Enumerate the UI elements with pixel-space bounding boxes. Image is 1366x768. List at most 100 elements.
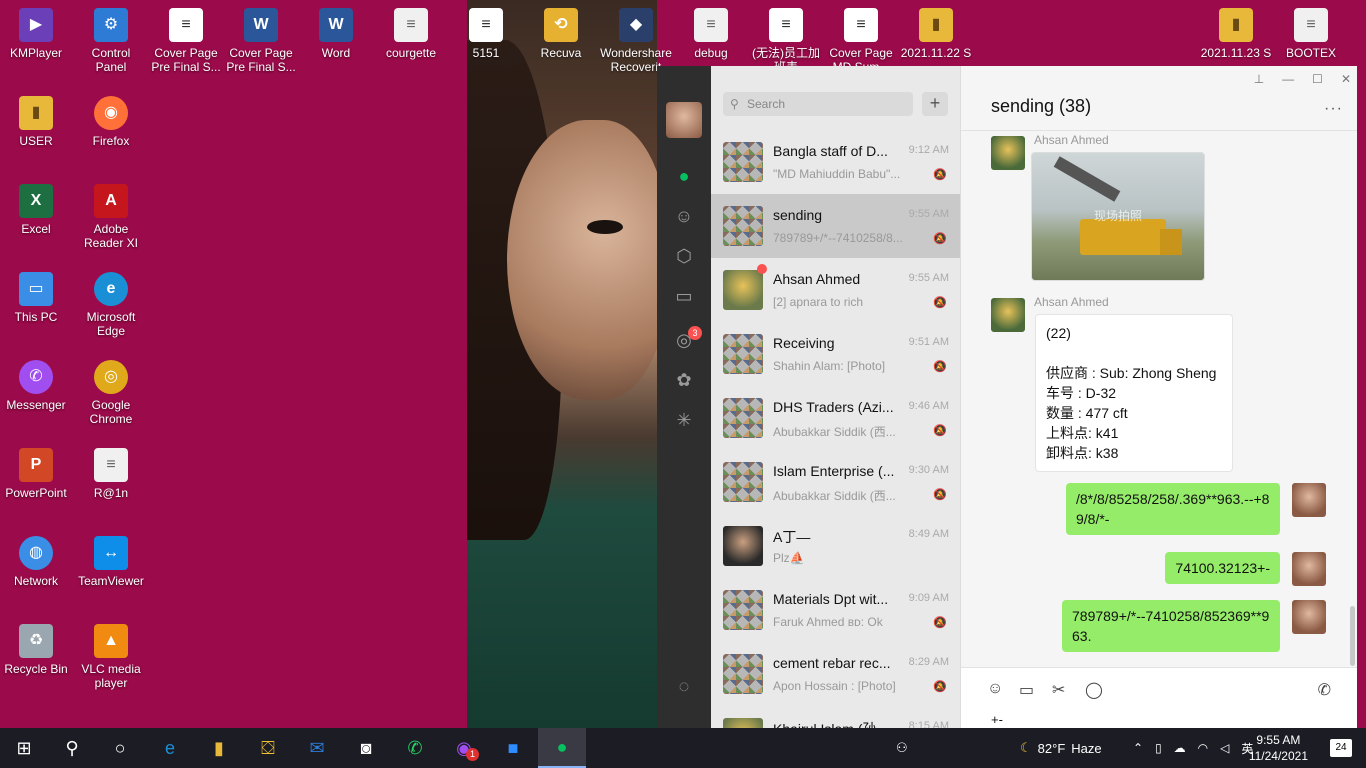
debug-desktop-icon[interactable]: ≡ debug [675, 8, 747, 60]
adobe-reader-desktop-icon[interactable]: A Adobe Reader XI [75, 184, 147, 250]
chat-item[interactable]: Receiving 9:51 AM Shahin Alam: [Photo] 🔕 [711, 322, 960, 386]
edge-taskbar-button[interactable]: e [146, 728, 194, 768]
pin-icon[interactable]: ⊥ [1254, 72, 1264, 86]
mail-taskbar-button[interactable]: ✉ [293, 728, 341, 768]
outgoing-text-message[interactable]: /8*/8/85258/258/.369**963.--+89/8/*- [1066, 483, 1280, 535]
word-desktop-icon[interactable]: W Word [300, 8, 372, 60]
bootex-desktop-icon[interactable]: ≡ BOOTEX [1275, 8, 1347, 60]
my-avatar[interactable] [1292, 483, 1326, 517]
edge-desktop-icon[interactable]: e Microsoft Edge [75, 272, 147, 338]
this-pc-desktop-icon[interactable]: ▭ This PC [0, 272, 72, 324]
people-icon[interactable]: ⚇ [896, 728, 908, 768]
send-file-icon[interactable]: ▭ [1019, 680, 1034, 700]
sender-avatar[interactable] [991, 136, 1025, 170]
files-icon[interactable]: ▭ [672, 284, 696, 308]
search-button[interactable]: ⚲ [48, 728, 96, 768]
kmplayer-desktop-icon[interactable]: ▶ KMPlayer [0, 8, 72, 60]
chat-item[interactable]: DHS Traders (Azi... 9:46 AM Abubakkar Si… [711, 386, 960, 450]
message-area[interactable]: Ahsan Ahmed 现场拍照 Ahsan Ahmed (22) 供应商 : … [961, 131, 1357, 667]
chats-icon[interactable]: ● [672, 164, 696, 188]
search-input[interactable]: ⚲ Search [723, 92, 913, 116]
emoji-icon[interactable]: ☺ [987, 680, 1003, 698]
maximize-icon[interactable]: ☐ [1312, 72, 1323, 86]
start-button[interactable]: ⊞ [0, 728, 48, 768]
meet-now-icon[interactable]: ▯ [1155, 741, 1162, 755]
courgette-desktop-icon[interactable]: ≡ courgette [375, 8, 447, 60]
control-panel-desktop-icon[interactable]: ⚙ Control Panel [75, 8, 147, 74]
chat-preview: [2] apnara to rich [773, 295, 864, 309]
weather-widget[interactable]: ☾ 82°F Haze [1020, 728, 1102, 768]
chat-item[interactable]: Khairul Islam (孙... 8:15 AM [711, 706, 960, 728]
screenshot-icon[interactable]: ✂ [1052, 680, 1065, 700]
my-avatar[interactable] [1292, 600, 1326, 634]
miniprograms-icon[interactable]: ✳ [672, 408, 696, 432]
chat-item[interactable]: cement rebar rec... 8:29 AM Apon Hossain… [711, 642, 960, 706]
wechat-taskbar-button[interactable]: ● [538, 728, 586, 768]
chat-item[interactable]: Materials Dpt wit... 9:09 AM Faruk Ahmed… [711, 578, 960, 642]
image-message[interactable]: 现场拍照 [1031, 152, 1205, 281]
folder-2021-11-22-desktop-icon[interactable]: ▮ 2021.11.22 S [900, 8, 972, 60]
powerpoint-desktop-icon[interactable]: P PowerPoint [0, 448, 72, 500]
recoverit-desktop-icon[interactable]: ◆ Wondershare Recoverit [600, 8, 672, 74]
phone-icon[interactable]: ◌ [672, 674, 696, 698]
chevron-up-icon[interactable]: ⌃ [1133, 741, 1143, 755]
contacts-icon[interactable]: ☺ [672, 204, 696, 228]
more-options-button[interactable]: ··· [1324, 100, 1343, 118]
messenger-desktop-icon[interactable]: ✆ Messenger [0, 360, 72, 412]
my-avatar[interactable] [1292, 552, 1326, 586]
excel-desktop-icon[interactable]: X Excel [0, 184, 72, 236]
chat-history-icon[interactable]: ◯ [1085, 680, 1103, 700]
chat-item[interactable]: Islam Enterprise (... 9:30 AM Abubakkar … [711, 450, 960, 514]
call-icon[interactable]: ✆ [1318, 680, 1331, 700]
chat-name: Receiving [773, 335, 835, 351]
file-explorer-taskbar-button[interactable]: ▮ [195, 728, 243, 768]
file-5151-desktop-icon[interactable]: ≡ 5151 [450, 8, 522, 60]
outgoing-text-message[interactable]: 74100.32123+- [1165, 552, 1280, 584]
message-line: 车号 : D-32 [1046, 385, 1117, 401]
sender-avatar[interactable] [991, 298, 1025, 332]
chat-item[interactable]: Bangla staff of D... 9:12 AM "MD Mahiudd… [711, 130, 960, 194]
firefox-desktop-icon[interactable]: ◉ Firefox [75, 96, 147, 148]
zoom-taskbar-button[interactable]: ■ [489, 728, 537, 768]
favorites-icon[interactable]: ⬡ [672, 244, 696, 268]
overtime-sheet-desktop-icon[interactable]: ≡(无法)员工加班表 [750, 8, 822, 74]
search-icon: ⚲ [65, 737, 79, 758]
eye-shape [587, 220, 623, 234]
cover-page-pdf-desktop-icon[interactable]: ≡ Cover Page Pre Final S... [150, 8, 222, 74]
chat-item[interactable]: A丁— 8:49 AM Plz⛵ [711, 514, 960, 578]
volume-icon[interactable]: ◁ [1220, 741, 1229, 755]
whatsapp-taskbar-button[interactable]: ✆ [391, 728, 439, 768]
recycle-bin-desktop-icon[interactable]: ♻ Recycle Bin [0, 624, 72, 676]
network-desktop-icon[interactable]: ◍ Network [0, 536, 72, 588]
recycle-bin-icon: ♻ [19, 624, 53, 658]
cover-page-word-desktop-icon[interactable]: W Cover Page Pre Final S... [225, 8, 297, 74]
notification-center-button[interactable]: 24 [1330, 739, 1352, 757]
vlc-desktop-icon[interactable]: ▲ VLC media player [75, 624, 147, 690]
wifi-icon[interactable]: ◠ [1198, 741, 1208, 755]
camera-taskbar-button[interactable]: ◙ [342, 728, 390, 768]
minimize-icon[interactable]: — [1282, 72, 1294, 86]
profile-avatar[interactable] [666, 102, 702, 138]
outgoing-text-message[interactable]: 789789+/*--7410258/852369**963. [1062, 600, 1280, 652]
close-icon[interactable]: ✕ [1341, 72, 1351, 86]
messenger-taskbar-button[interactable]: ◉ 1 [440, 728, 488, 768]
teamviewer-desktop-icon[interactable]: ↔ TeamViewer [75, 536, 147, 588]
store-taskbar-button[interactable]: ⛋ [244, 728, 292, 768]
task-view-button[interactable]: ○ [96, 728, 144, 768]
incoming-text-message[interactable]: (22) 供应商 : Sub: Zhong Sheng 车号 : D-32 数量… [1035, 314, 1233, 472]
onedrive-icon[interactable]: ☁ [1174, 741, 1186, 755]
chat-item[interactable]: Ahsan Ahmed 9:55 AM [2] apnara to rich 🔕 [711, 258, 960, 322]
r1n-file-desktop-icon[interactable]: ≡ R@1n [75, 448, 147, 500]
channels-icon[interactable]: ✿ [672, 368, 696, 392]
message-scrollbar[interactable] [1350, 606, 1355, 666]
message-input[interactable]: +- [991, 712, 1003, 727]
chrome-desktop-icon[interactable]: ◎ Google Chrome [75, 360, 147, 426]
recuva-desktop-icon[interactable]: ⟲ Recuva [525, 8, 597, 60]
cover-page-md-desktop-icon[interactable]: ≡Cover Page MD Sum... [825, 8, 897, 74]
user-folder-desktop-icon[interactable]: ▮ USER [0, 96, 72, 148]
add-chat-button[interactable]: + [922, 92, 948, 116]
chat-item-selected[interactable]: sending 9:55 AM 789789+/*--7410258/8... … [711, 194, 960, 258]
message-input-area[interactable]: ☺ ▭ ✂ ◯ ✆ +- [961, 667, 1357, 728]
folder-2021-11-23-desktop-icon[interactable]: ▮ 2021.11.23 S [1200, 8, 1272, 60]
clock[interactable]: 9:55 AM 11/24/2021 [1249, 732, 1308, 764]
